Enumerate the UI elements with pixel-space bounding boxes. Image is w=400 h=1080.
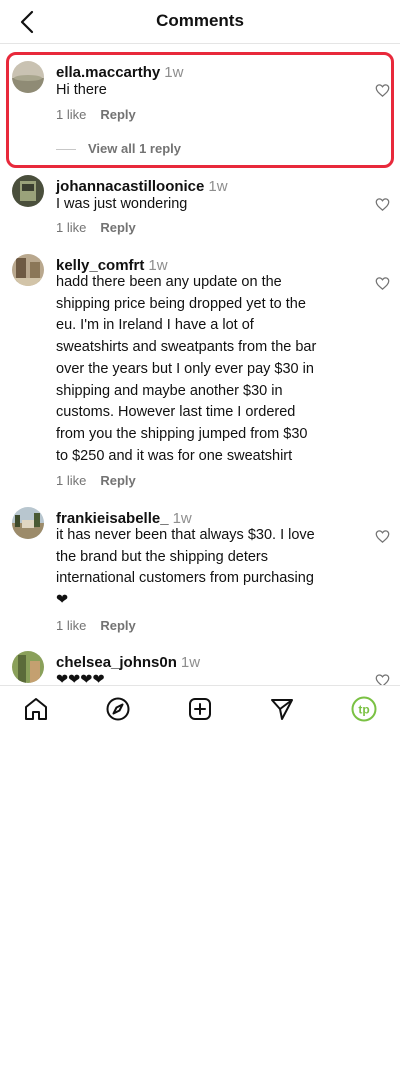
comment-text-line: to $250 and it was for one sweatshirt — [56, 447, 293, 464]
heart-icon[interactable] — [375, 673, 390, 685]
explore-icon[interactable] — [105, 696, 131, 722]
page-title: Comments — [156, 11, 244, 30]
comment-text-line: over the years but I only ever pay $30 i… — [56, 360, 314, 377]
comment-time: 1w — [208, 178, 228, 195]
heart-icon[interactable] — [375, 276, 390, 291]
comment-text: it has never been that always $30. I lov… — [56, 525, 338, 612]
heart-icon[interactable] — [375, 197, 390, 212]
comment-username[interactable]: chelsea_johns0n 1w — [56, 654, 200, 671]
comment-text: ❤❤❤❤ — [56, 672, 105, 684]
profile-avatar-icon[interactable]: tp — [351, 696, 377, 722]
home-icon[interactable] — [23, 696, 49, 722]
comment-meta: 1 like Reply — [56, 473, 150, 488]
profile-initials: tp — [358, 703, 369, 717]
like-count[interactable]: 1 like — [56, 618, 86, 633]
comment-text-line: eu. I'm in Ireland I have a lot of — [56, 317, 254, 334]
comment-username[interactable]: ella.maccarthy 1w — [56, 64, 183, 81]
heart-icon[interactable] — [375, 83, 390, 98]
comment-time: 1w — [180, 654, 201, 671]
header: Comments — [0, 0, 400, 44]
comment-text-line: from you the shipping jumped from $30 — [56, 425, 308, 442]
comment-text: I was just wondering — [56, 196, 188, 212]
comment-meta: 1 like Reply — [56, 107, 150, 122]
avatar[interactable] — [12, 651, 44, 683]
comment-text-line: it has never been that always $30. I lov… — [56, 527, 315, 543]
like-count[interactable]: 1 like — [56, 220, 86, 235]
bottom-nav: tp — [0, 685, 400, 733]
comment-text: Hi there — [56, 82, 107, 98]
comment-text-line: ❤ — [56, 592, 69, 609]
comment-text-line: international customers from purchasing — [56, 570, 314, 587]
view-replies-button[interactable]: View all 1 reply — [56, 141, 181, 156]
comment-text-line: shipping and maybe another $30 in — [56, 382, 283, 399]
direct-message-icon[interactable] — [269, 696, 295, 722]
create-icon[interactable] — [187, 696, 213, 722]
comment-text-line: sweatshirts and sweatpants from the bar — [56, 339, 317, 356]
comment-text-line: the brand but the shipping deters — [56, 548, 269, 565]
comment-text-line: customs. However last time I ordered — [56, 404, 296, 421]
reply-button[interactable]: Reply — [100, 618, 135, 633]
avatar[interactable] — [12, 507, 44, 539]
comment-meta: 1 like Reply — [56, 618, 150, 633]
avatar[interactable] — [12, 175, 44, 207]
comment-text: hadd there been any update on the shippi… — [56, 272, 338, 467]
like-count[interactable]: 1 like — [56, 473, 86, 488]
avatar[interactable] — [12, 61, 44, 93]
reply-button[interactable]: Reply — [100, 473, 135, 488]
like-count[interactable]: 1 like — [56, 107, 86, 122]
comment-time: 1w — [164, 64, 184, 81]
reply-button[interactable]: Reply — [100, 220, 135, 235]
comment-username[interactable]: johannacastilloonice 1w — [56, 178, 228, 195]
reply-button[interactable]: Reply — [100, 107, 135, 122]
avatar[interactable] — [12, 254, 44, 286]
comment-text-line: hadd there been any update on the — [56, 274, 282, 290]
comment-meta: 1 like Reply — [56, 220, 150, 235]
comment-text-line: shipping price being dropped yet to the — [56, 295, 306, 312]
divider — [56, 149, 76, 151]
heart-icon[interactable] — [375, 529, 390, 544]
